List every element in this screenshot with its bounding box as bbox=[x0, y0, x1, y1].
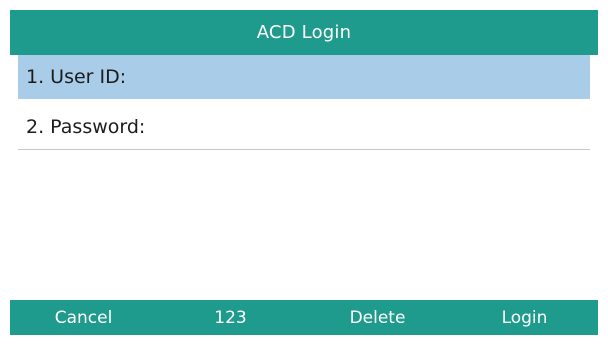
login-button[interactable]: Login bbox=[451, 308, 598, 328]
user-id-field[interactable]: 1. User ID: bbox=[18, 55, 590, 99]
title-bar: ACD Login bbox=[10, 10, 598, 55]
password-field[interactable]: 2. Password: bbox=[18, 105, 590, 150]
login-form: 1. User ID: 2. Password: bbox=[10, 55, 598, 150]
delete-button[interactable]: Delete bbox=[304, 308, 451, 328]
user-id-label: 1. User ID: bbox=[26, 66, 127, 88]
cancel-button[interactable]: Cancel bbox=[10, 308, 157, 328]
acd-login-screen: ACD Login 1. User ID: 2. Password: Cance… bbox=[10, 10, 598, 335]
password-label: 2. Password: bbox=[26, 116, 146, 138]
page-title: ACD Login bbox=[256, 22, 352, 43]
input-mode-button[interactable]: 123 bbox=[157, 308, 304, 328]
softkey-bar: Cancel 123 Delete Login bbox=[10, 300, 598, 335]
